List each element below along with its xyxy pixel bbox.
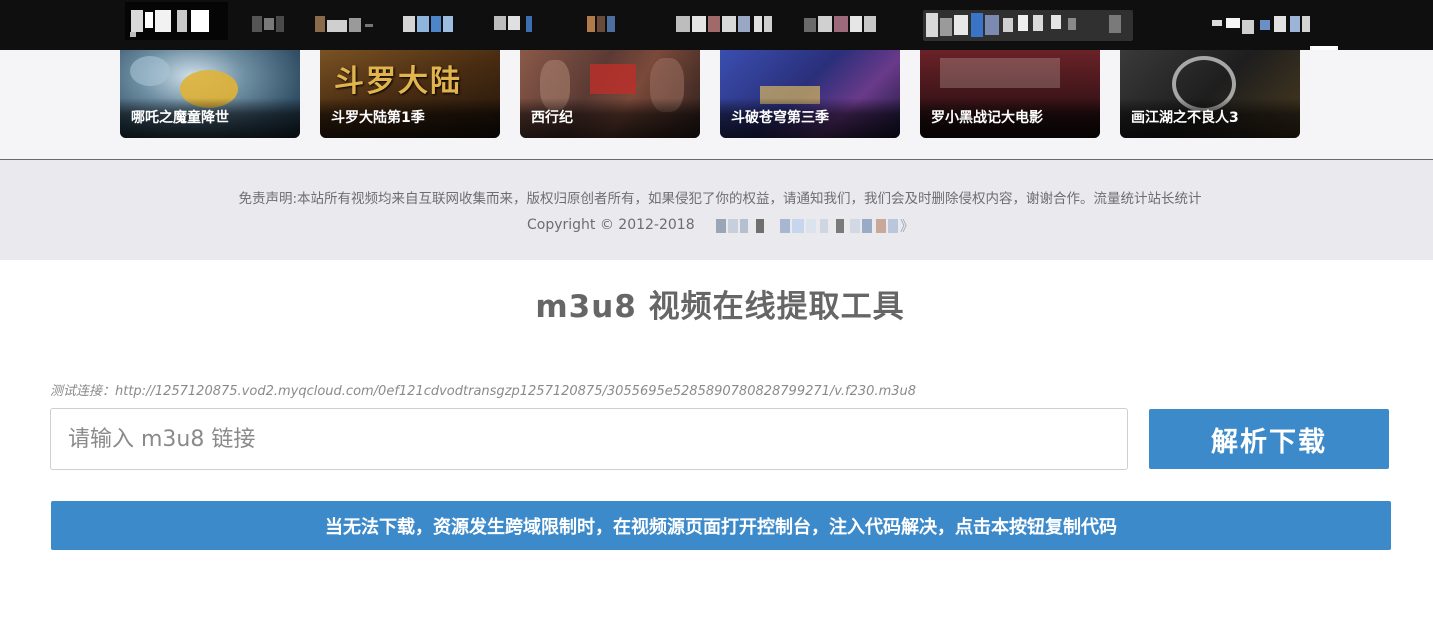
m3u8-url-input[interactable]: [50, 408, 1128, 470]
site-footer: 免责声明:本站所有视频均来自互联网收集而来，版权归原创者所有，如果侵犯了你的权益…: [0, 160, 1433, 260]
poster-title: 罗小黑战记大电影: [931, 110, 1043, 126]
copy-code-button[interactable]: 当无法下载，资源发生跨域限制时，在视频源页面打开控制台，注入代码解决，点击本按钮…: [51, 501, 1391, 550]
disclaimer-text: 免责声明:本站所有视频均来自互联网收集而来，版权归原创者所有，如果侵犯了你的权益…: [238, 191, 1202, 207]
nav-item[interactable]: [315, 14, 375, 36]
nav-item[interactable]: [252, 14, 286, 36]
poster-card[interactable]: 西行纪: [520, 50, 700, 138]
top-navigation: [0, 0, 1433, 50]
copyright-text: Copyright © 2012-2018: [527, 217, 695, 233]
search-input[interactable]: [923, 10, 1133, 41]
poster-card[interactable]: 斗破苍穹第三季: [720, 50, 900, 138]
poster-title: 西行纪: [531, 110, 573, 126]
site-info-redacted: 》: [716, 218, 916, 235]
nav-item[interactable]: [804, 14, 876, 36]
poster-card[interactable]: 斗罗大陆 斗罗大陆第1季: [320, 50, 500, 138]
page-title: m3u8 视频在线提取工具: [535, 289, 905, 325]
poster-title: 斗破苍穹第三季: [731, 110, 829, 126]
poster-title: 哪吒之魔童降世: [131, 110, 229, 126]
poster-title: 斗罗大陆第1季: [331, 110, 425, 126]
poster-title: 画江湖之不良人3: [1131, 110, 1239, 126]
nav-item[interactable]: [494, 14, 542, 36]
nav-item[interactable]: [676, 14, 774, 36]
sample-link-text: 测试连接：http://1257120875.vod2.myqcloud.com…: [50, 384, 917, 399]
site-logo[interactable]: [125, 2, 228, 40]
poster-card[interactable]: 罗小黑战记大电影: [920, 50, 1100, 138]
poster-strip: 哪吒之魔童降世 斗罗大陆 斗罗大陆第1季 西行纪 斗破苍穹第三季 罗小黑战记大电…: [0, 50, 1433, 159]
nav-item[interactable]: [403, 14, 453, 36]
poster-card[interactable]: 哪吒之魔童降世: [120, 50, 300, 138]
poster-art-title: 斗罗大陆: [334, 64, 462, 99]
user-menu[interactable]: [1212, 14, 1310, 36]
poster-card[interactable]: 画江湖之不良人3: [1120, 50, 1300, 138]
parse-download-button[interactable]: 解析下载: [1149, 409, 1389, 469]
nav-item[interactable]: [587, 14, 621, 36]
